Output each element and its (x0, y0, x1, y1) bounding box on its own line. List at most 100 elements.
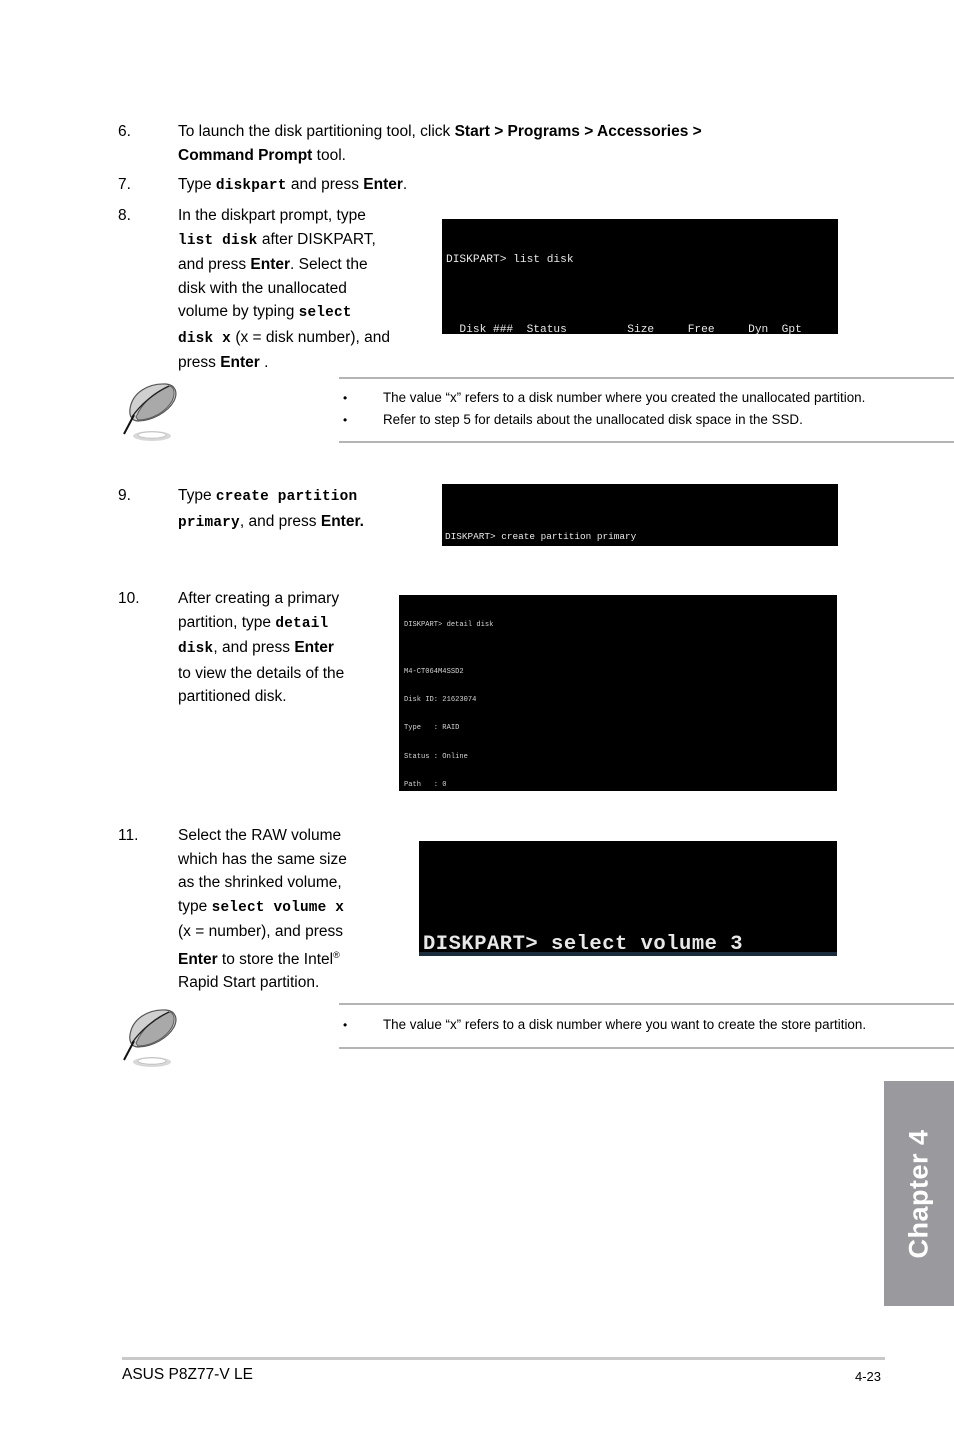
step-8-line6: volume by typing (178, 303, 299, 320)
terminal-screenshot-select-volume: DISKPART> select volume 3 Volume 3 is th… (419, 841, 837, 956)
note-divider-top (339, 377, 954, 379)
document-page: 6. To launch the disk partitioning tool,… (0, 0, 954, 1438)
bullet-icon: • (343, 391, 348, 405)
step-8-key-enter-2: Enter (220, 354, 260, 371)
step-9-text: Type create partition primary, and press… (178, 484, 364, 535)
terminal-line: Disk ### Status Size Free Dyn Gpt (446, 324, 802, 334)
step-10-line2: partition, type (178, 613, 276, 631)
step-10-line1: After creating a primary (178, 590, 340, 607)
step-8-key-enter-1: Enter (250, 256, 291, 273)
step-8-line9: . (259, 354, 269, 371)
footer-product-name: ASUS P8Z77-V LE (122, 1366, 253, 1383)
step-8-line3: and press (178, 256, 251, 273)
step-9-line1: Type (178, 487, 216, 504)
registered-trademark-symbol: ® (333, 949, 340, 960)
step-11-line1: Select the RAW volume (178, 827, 342, 844)
step-10-key-enter: Enter (294, 639, 334, 656)
chapter-tab: Chapter 4 (884, 1081, 954, 1306)
terminal-line: Status : Online (404, 752, 468, 761)
note-1-item-text-2: Refer to step 5 for details about the un… (383, 412, 803, 427)
terminal-line: Type : RAID (404, 724, 460, 733)
step-10-text: After creating a primary partition, type… (178, 587, 344, 709)
step-8-text: In the diskpart prompt, type list disk a… (178, 204, 390, 375)
step-8-command-select: select (298, 305, 352, 321)
step-8-line4: . Select the (290, 256, 368, 273)
step-7-text-part3: . (402, 176, 408, 193)
step-11-line2: which has the same size (178, 850, 347, 868)
step-8: 8. In the diskpart prompt, type list dis… (118, 204, 428, 375)
step-9-number: 9. (118, 487, 131, 504)
step-10-line5: partitioned disk. (178, 688, 287, 705)
terminal-line: DISKPART> create partition primary (445, 531, 637, 542)
step-7-text-part1: Type (178, 176, 216, 193)
step-7-text-part2: and press (286, 176, 364, 193)
step-8-line7: (x = disk number), and (231, 328, 390, 346)
step-11-line5: (x = number), and press (178, 923, 343, 940)
step-7: 7. Type diskpart and press Enter. (118, 173, 858, 199)
step-6-text: To launch the disk partitioning tool, cl… (178, 120, 702, 167)
note-divider-top (339, 1003, 954, 1005)
step-6-text-part1: To launch the disk partitioning tool, cl… (178, 123, 455, 140)
step-9-command-primary: primary (178, 514, 240, 531)
terminal-line: Disk ID: 21623074 (404, 696, 477, 705)
step-10-line4: to view the details of the (178, 664, 345, 682)
step-7-key-enter: Enter (363, 176, 403, 193)
step-8-line5: disk with the unallocated (178, 279, 347, 297)
step-11-line7: Rapid Start partition. (178, 974, 320, 992)
step-8-command-diskx: disk x (178, 330, 232, 347)
step-11-line4: type (178, 897, 212, 915)
step-10-command-detail: detail (275, 615, 329, 632)
step-8-command-listdisk: list disk (178, 232, 258, 249)
note-1-items: • The value “x” refers to a disk number … (339, 387, 954, 431)
chapter-tab-label: Chapter 4 (903, 1128, 934, 1259)
step-11-number: 11. (118, 827, 139, 844)
step-9: 9. Type create partition primary, and pr… (118, 484, 428, 535)
step-6-bold-app: Command Prompt (178, 146, 313, 164)
bullet-icon: • (343, 413, 348, 427)
note-box-1: • The value “x” refers to a disk number … (122, 377, 954, 445)
footer-page-number: 4-23 (855, 1369, 882, 1384)
step-11-key-enter: Enter (178, 950, 218, 968)
step-9-line2: , and press (239, 512, 321, 530)
note-1-item: • Refer to step 5 for details about the … (339, 409, 954, 431)
terminal-line: DISKPART> list disk (446, 254, 574, 266)
note-2-item: • The value “x” refers to a disk number … (339, 1014, 954, 1036)
step-9-command-create: create partition (215, 489, 358, 505)
step-6-number: 6. (118, 123, 131, 140)
note-2-item-text-1: The value “x” refers to a disk number wh… (383, 1017, 867, 1032)
note-pencil-icon (123, 1009, 177, 1067)
note-1-item: • The value “x” refers to a disk number … (339, 387, 954, 409)
terminal-line: M4-CT064M4SSD2 (404, 667, 464, 676)
note-box-2: • The value “x” refers to a disk number … (122, 1003, 954, 1067)
step-11-line3: as the shrinked volume, (178, 874, 342, 891)
terminal-screenshot-detail-disk: DISKPART> detail disk M4-CT064M4SSD2 Dis… (399, 595, 837, 791)
terminal-line: Path : 0 (404, 780, 447, 789)
step-7-number: 7. (118, 176, 131, 193)
note-pencil-icon (123, 383, 177, 441)
step-10: 10. After creating a primary partition, … (118, 587, 398, 709)
footer-divider (122, 1357, 885, 1360)
terminal-screenshot-list-disk: DISKPART> list disk Disk ### Status Size… (442, 219, 838, 334)
step-10-line3: , and press (213, 639, 295, 656)
step-7-command: diskpart (215, 178, 287, 194)
step-6-text-part2: tool. (312, 146, 346, 164)
note-divider-bottom (339, 1047, 954, 1049)
step-6-bold-path: Start > Programs > Accessories > (454, 123, 702, 140)
step-11-command-selectvolume: select volume x (211, 899, 345, 916)
step-10-number: 10. (118, 590, 140, 607)
terminal-taskbar-strip (419, 952, 837, 956)
step-11: 11. Select the RAW volume which has the … (118, 824, 418, 995)
step-8-line2: after DISKPART, (257, 230, 376, 248)
step-6: 6. To launch the disk partitioning tool,… (118, 120, 858, 167)
bullet-icon: • (343, 1018, 348, 1032)
note-1-item-text-1: The value “x” refers to a disk number wh… (383, 390, 866, 405)
step-10-command-disk: disk (178, 641, 214, 657)
step-8-number: 8. (118, 207, 131, 224)
terminal-screenshot-create-partition: DISKPART> create partition primary DiskP… (442, 484, 838, 546)
step-11-text: Select the RAW volume which has the same… (178, 824, 347, 995)
step-8-line1: In the diskpart prompt, type (178, 207, 366, 224)
step-7-text: Type diskpart and press Enter. (178, 173, 407, 199)
note-divider-bottom (339, 441, 954, 443)
step-11-line6: to store the Intel (217, 950, 334, 968)
step-8-line8: press (178, 354, 221, 371)
